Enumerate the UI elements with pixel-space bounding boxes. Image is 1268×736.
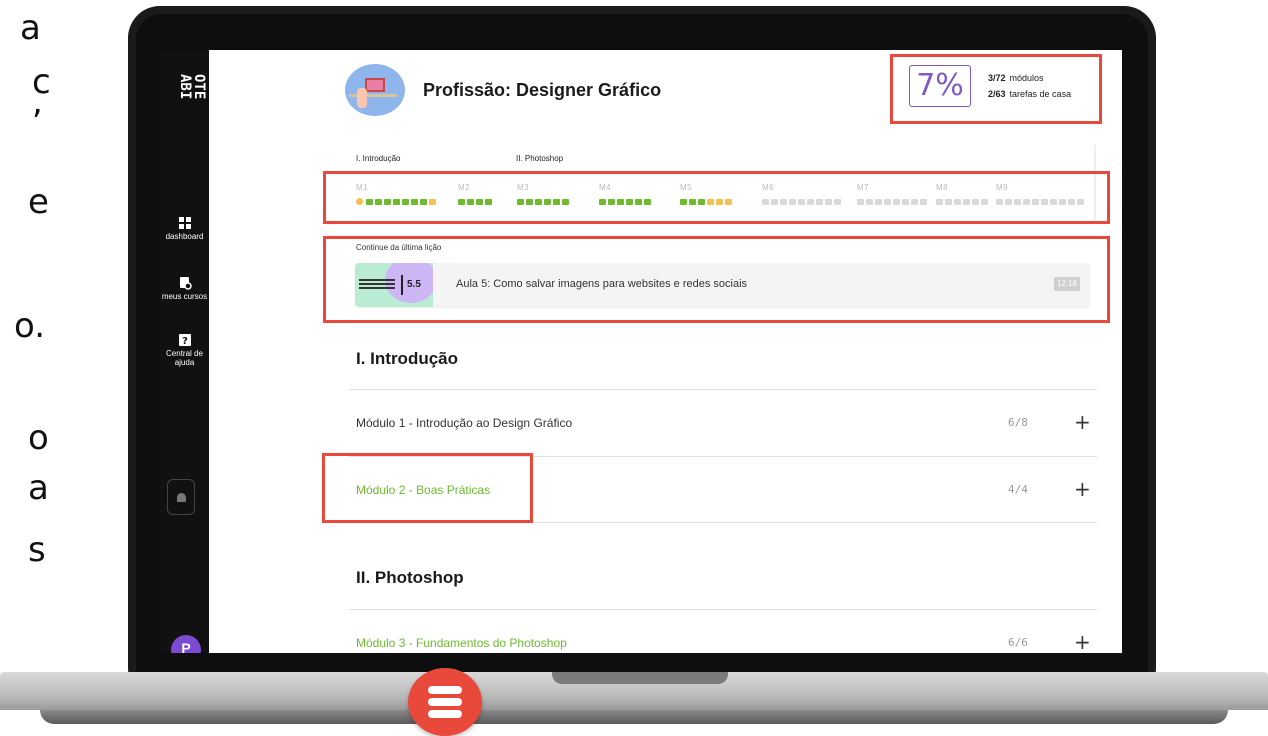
menu-icon-bar (428, 698, 462, 706)
brand-logo[interactable]: OTE ABI (166, 74, 207, 106)
modules-stat: 3/72 módulos (988, 73, 1044, 83)
modules-label: módulos (1009, 73, 1044, 83)
cropped-side-text: a c , e o. o a s (0, 0, 70, 600)
cut-text-line: , (32, 82, 43, 122)
cut-text-line: o (28, 418, 49, 458)
sidebar-item-help[interactable]: ? Central de ajuda (160, 333, 209, 367)
cut-text-line: o. (14, 306, 46, 346)
divider (349, 389, 1097, 390)
section-title: II. Photoshop (356, 568, 464, 587)
module-progress-count: 6/8 (1008, 416, 1028, 429)
sidebar: OTE ABI dashboard meus cursos ? Central … (160, 50, 209, 653)
page-title: Profissão: Designer Gráfico (423, 80, 662, 100)
module-highlight (322, 453, 533, 523)
section-title: I. Introdução (356, 349, 458, 368)
svg-text:?: ? (182, 336, 188, 347)
sidebar-item-dashboard[interactable]: dashboard (160, 216, 209, 241)
strip-section-label: I. Introdução (356, 154, 401, 163)
divider (349, 609, 1097, 610)
module-row[interactable]: Módulo 3 - Fundamentos do Photoshop 6/6 … (356, 632, 1096, 653)
cut-text-line: e (28, 182, 49, 222)
continue-highlight (323, 236, 1110, 323)
module-title: Módulo 1 - Introdução ao Design Gráfico (356, 416, 573, 430)
progress-strip-highlight (323, 171, 1110, 224)
app-screen: OTE ABI dashboard meus cursos ? Central … (160, 50, 1122, 653)
profession-illustration (345, 64, 405, 116)
notifications-button[interactable] (167, 479, 195, 515)
module-row[interactable]: Módulo 1 - Introdução ao Design Gráfico … (356, 412, 1096, 436)
expand-icon[interactable]: + (1074, 632, 1091, 652)
sidebar-item-label: meus cursos (161, 292, 208, 301)
cut-text-line: a (20, 8, 41, 48)
sidebar-item-courses[interactable]: meus cursos (160, 276, 209, 301)
help-icon: ? (178, 334, 191, 347)
sidebar-item-label: Central de ajuda (166, 349, 203, 367)
menu-button[interactable] (408, 668, 482, 736)
progress-percent: 7% (909, 65, 971, 107)
laptop-base (0, 672, 1268, 736)
module-title: Módulo 3 - Fundamentos do Photoshop (356, 636, 567, 650)
dashboard-icon (178, 217, 191, 229)
progress-stats-highlight: 7% 3/72 módulos 2/63 tarefas de casa (890, 54, 1102, 124)
stage: a c , e o. o a s OTE ABI dashboard meus … (0, 0, 1268, 736)
expand-icon[interactable]: + (1074, 479, 1091, 499)
bell-icon (177, 493, 186, 502)
expand-icon[interactable]: + (1074, 412, 1091, 432)
homework-stat: 2/63 tarefas de casa (988, 89, 1071, 99)
strip-section-label: II. Photoshop (516, 154, 564, 163)
menu-icon-bar (428, 710, 462, 718)
cut-text-line: a (28, 468, 49, 508)
courses-icon (179, 277, 192, 290)
module-progress-count: 6/6 (1008, 636, 1028, 649)
module-progress-count: 4/4 (1008, 483, 1028, 496)
sidebar-item-label: dashboard (165, 232, 204, 241)
modules-count: 3/72 (988, 73, 1006, 83)
menu-icon (428, 686, 462, 694)
avatar[interactable]: P (171, 635, 201, 653)
homework-label: tarefas de casa (1009, 89, 1072, 99)
homework-count: 2/63 (988, 89, 1006, 99)
cut-text-line: s (28, 530, 46, 570)
